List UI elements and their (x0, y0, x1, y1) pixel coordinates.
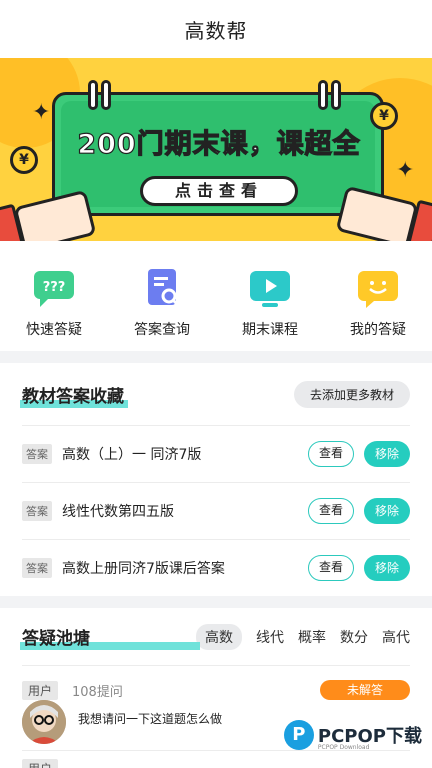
watermark: P PCPOP下载 PCPOP Download (283, 720, 422, 751)
binder-ring (88, 80, 98, 110)
binder-ring (318, 80, 328, 110)
quick-action-answer-search[interactable]: 答案查询 (117, 269, 207, 339)
banner-cta-button[interactable]: 点击查看 (140, 176, 298, 206)
quick-action-fast-qa[interactable]: ??? 快速答疑 (9, 269, 99, 339)
answer-tag: 答案 (22, 501, 52, 521)
quick-action-label: 我的答疑 (350, 322, 406, 338)
remove-button[interactable]: 移除 (364, 498, 410, 524)
watermark-subtext: PCPOP Download (317, 744, 370, 751)
smile-bubble-icon (356, 269, 400, 309)
view-button[interactable]: 查看 (308, 555, 354, 581)
quick-action-final-course[interactable]: 期末课程 (225, 269, 315, 339)
svg-text:???: ??? (43, 280, 66, 295)
quick-action-label: 答案查询 (134, 322, 190, 338)
coin-icon: ¥ (10, 146, 38, 174)
textbook-name[interactable]: 线性代数第四五版 (62, 501, 308, 521)
section-title: 教材答案收藏 (20, 382, 128, 408)
tab-linear-algebra[interactable]: 线代 (256, 627, 284, 647)
quick-action-label: 期末课程 (242, 322, 298, 338)
promo-banner[interactable]: 200门期末课，课超全 点击查看 ¥ ¥ ✦ ✦ (0, 58, 432, 241)
textbook-name[interactable]: 高数上册同济7版课后答案 (62, 558, 308, 578)
pcpop-logo-icon: P (283, 720, 314, 750)
coin-icon: ¥ (370, 102, 398, 130)
section-header: 答疑池塘 高数 线代 概率 数分 高代 (20, 608, 410, 666)
binder-ring (101, 80, 111, 110)
pointing-hand-left-icon (13, 189, 97, 241)
textbook-row: 答案 高数（上）一 同济7版 查看 移除 (22, 425, 410, 482)
search-document-icon (140, 269, 184, 309)
avatar[interactable] (22, 700, 66, 744)
question-meta: 用户 108提问 未解答 (22, 680, 410, 700)
tab-probability[interactable]: 概率 (298, 627, 326, 647)
section-header: 教材答案收藏 去添加更多教材 (20, 363, 410, 425)
textbook-answers-section: 教材答案收藏 去添加更多教材 答案 高数（上）一 同济7版 查看 移除 答案 线… (0, 363, 432, 596)
remove-button[interactable]: 移除 (364, 441, 410, 467)
remove-button[interactable]: 移除 (364, 555, 410, 581)
textbook-name[interactable]: 高数（上）一 同济7版 (62, 444, 308, 464)
textbook-row: 答案 线性代数第四五版 查看 移除 (22, 482, 410, 539)
quick-action-label: 快速答疑 (26, 322, 82, 338)
view-button[interactable]: 查看 (308, 441, 354, 467)
video-play-icon (248, 269, 292, 309)
top-bar: 高数帮 (0, 0, 432, 58)
user-tag: 用户 (22, 680, 59, 700)
user-tag: 用户 (22, 759, 59, 768)
textbook-row: 答案 高数上册同济7版课后答案 查看 移除 (22, 539, 410, 596)
section-title: 答疑池塘 (20, 624, 200, 650)
status-badge: 未解答 (320, 680, 410, 700)
answer-tag: 答案 (22, 444, 52, 464)
add-more-textbooks-button[interactable]: 去添加更多教材 (293, 380, 410, 408)
question-bubble-icon: ??? (32, 269, 76, 309)
sparkle-icon: ✦ (396, 158, 415, 183)
banner-headline: 200门期末课，课超全 (77, 128, 361, 160)
question-text: 我想请问一下这道题怎么做 (78, 712, 223, 726)
tab-higher-algebra[interactable]: 高代 (382, 627, 410, 647)
question-item-partial: 用户 (22, 750, 410, 768)
app-root: 高数帮 200门期末课，课超全 点击查看 ¥ ¥ ✦ ✦ ??? 快速答疑 答案… (0, 0, 432, 768)
question-count: 108提问 (72, 684, 123, 700)
answer-tag: 答案 (22, 558, 52, 578)
view-button[interactable]: 查看 (308, 498, 354, 524)
quick-actions: ??? 快速答疑 答案查询 期末课程 我的答疑 (0, 241, 432, 351)
tab-advanced-math[interactable]: 高数 (196, 623, 242, 650)
page-title: 高数帮 (184, 18, 248, 43)
sparkle-icon: ✦ (32, 100, 51, 125)
binder-ring (331, 80, 341, 110)
quick-action-my-qa[interactable]: 我的答疑 (333, 269, 423, 339)
tab-math-analysis[interactable]: 数分 (340, 627, 368, 647)
